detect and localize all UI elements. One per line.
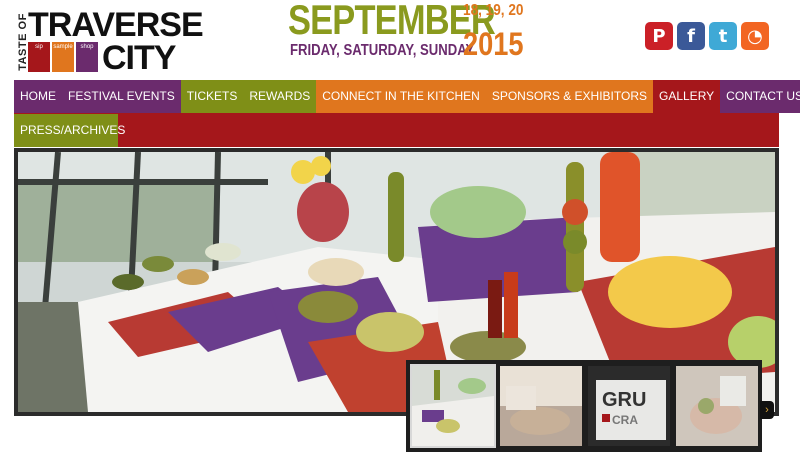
logo-city: CITY [102,39,176,77]
event-weekdays: FRIDAY, SATURDAY, SUNDAY [290,42,475,59]
nav-item-sponsors-exhibitors[interactable]: SPONSORS & EXHIBITORS [485,80,653,113]
nav-item-gallery[interactable]: GALLERY [653,80,721,113]
logo-taste-of: TASTE OF [16,13,29,71]
logo-sample-icon: sample [52,42,74,72]
facebook-icon[interactable]: f [677,22,705,50]
thumbnail-3[interactable]: GRU CRA [588,366,670,446]
nav-item-connect-in-the-kitchen[interactable]: CONNECT IN THE KITCHEN [316,80,486,113]
nav-item-press-archives[interactable]: PRESS/ARCHIVES [14,114,125,147]
nav-row-2: PRESS/ARCHIVES [14,114,125,147]
nav-row-1: HOME FESTIVAL EVENTS TICKETS REWARDS CON… [14,80,800,113]
svg-text:GRU: GRU [602,389,646,411]
next-slide-arrow-icon[interactable]: › [760,401,774,419]
main-navigation: HOME FESTIVAL EVENTS TICKETS REWARDS CON… [14,80,800,147]
social-links: P f t ◔ [645,22,769,50]
thumbnail-1[interactable] [410,364,496,448]
nav-item-home[interactable]: HOME [14,80,62,113]
nav-item-rewards[interactable]: REWARDS [243,80,317,113]
twitter-icon[interactable]: t [709,22,737,50]
logo-sip-icon: sip [28,42,50,72]
thumbnail-2[interactable] [500,366,582,446]
site-logo[interactable]: TASTE OF TRAVERSE sip sample shop CITY [12,8,204,77]
thumbnail-4[interactable] [676,366,758,446]
logo-shop-icon: shop [76,42,98,72]
nav-item-festival-events[interactable]: FESTIVAL EVENTS [62,80,181,113]
slideshow-thumbnails: GRU CRA [406,360,762,452]
logo-traverse: TRAVERSE [28,6,204,44]
logo-icons: sip sample shop [28,42,98,72]
svg-text:CRA: CRA [612,413,638,427]
pinterest-icon[interactable]: P [645,22,673,50]
rss-icon[interactable]: ◔ [741,22,769,50]
event-date-banner: SEPTEMBER 18, 19, 20 FRIDAY, SATURDAY, S… [288,0,528,70]
event-days: 18, 19, 20 [463,2,524,19]
event-year: 2015 [463,26,524,62]
nav-item-contact-us[interactable]: CONTACT US [720,80,800,113]
nav-item-tickets[interactable]: TICKETS [180,80,244,113]
